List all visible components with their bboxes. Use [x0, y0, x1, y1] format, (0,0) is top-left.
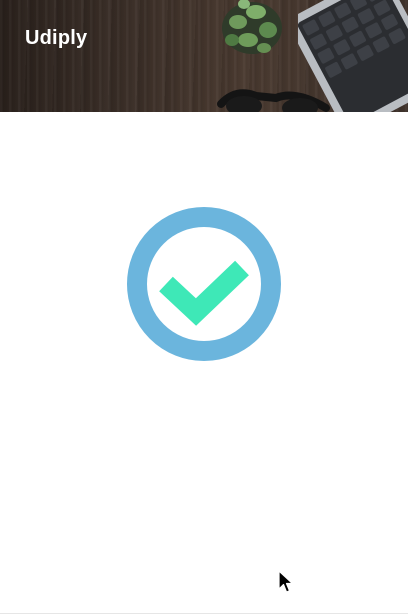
- success-check-icon: [127, 207, 281, 361]
- header-banner: Udiply: [0, 0, 408, 112]
- success-indicator: [126, 206, 282, 362]
- glasses-decoration: [217, 89, 330, 112]
- mouse-pointer-icon: [278, 570, 294, 593]
- brand-title: Udiply: [25, 27, 88, 49]
- plant-decoration: [222, 0, 282, 54]
- app-screen: Udiply: [0, 0, 408, 614]
